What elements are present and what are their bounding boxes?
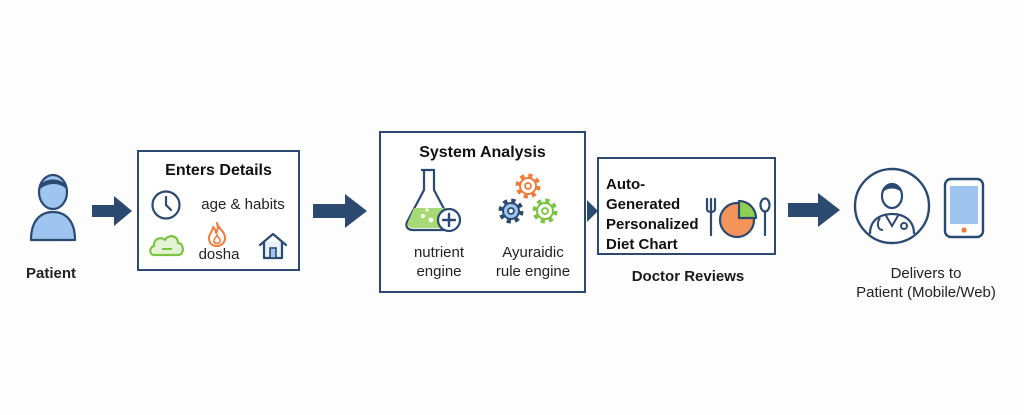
rule-engine-label: Ayuraidic rule engine [485,243,581,281]
patient-node: Patient [22,168,84,288]
gears-icon [498,173,558,224]
delivery-line-2: Patient (Mobile/Web) [856,284,996,301]
fork-icon [705,197,717,237]
rule-engine-line-1: Ayuraidic [502,244,564,261]
pie-chart-icon [718,199,758,239]
house-icon [258,232,288,260]
rule-engine-line-2: rule engine [495,263,571,280]
flow-arrow-1 [92,194,134,228]
diet-chart-line-2: Personalized [606,216,699,233]
patient-label: Patient [25,265,76,282]
enters-details-title: Enters Details [165,162,272,179]
nutrient-engine-line-2: engine [416,263,462,280]
person-icon [29,173,77,242]
delivery-line-1: Delivers to [890,265,962,282]
delivery-label: Delivers to Patient (Mobile/Web) [838,264,1014,302]
cloud-icon [149,235,184,257]
nutrient-engine-label: nutrient engine [397,243,481,281]
system-analysis-title: System Analysis [419,144,546,161]
nutrient-engine-line-1: nutrient [413,244,465,261]
doctor-icon [853,167,931,245]
dosha-label: dosha [198,246,240,263]
clock-icon [151,190,181,220]
diet-chart-title: Auto-Generated Personalized Diet Chart [606,175,716,255]
flame-icon [208,222,226,247]
flow-arrow-2 [313,193,369,229]
diet-chart-line-1: Auto-Generated [606,176,681,213]
system-analysis-box: System Analysis nutrient engine Ayuraidi… [379,131,586,293]
age-habits-label: age & habits [201,196,285,213]
doctor-reviews-label: Doctor Reviews [631,268,745,285]
spoon-icon [759,197,771,237]
diet-chart-line-3: Diet Chart [606,236,678,253]
flow-arrow-4 [788,192,842,228]
phone-icon [943,177,985,239]
diet-chart-box: Auto-Generated Personalized Diet Chart [597,157,776,255]
enters-details-box: Enters Details age & habits dosha [137,150,300,271]
flask-icon [405,168,462,233]
